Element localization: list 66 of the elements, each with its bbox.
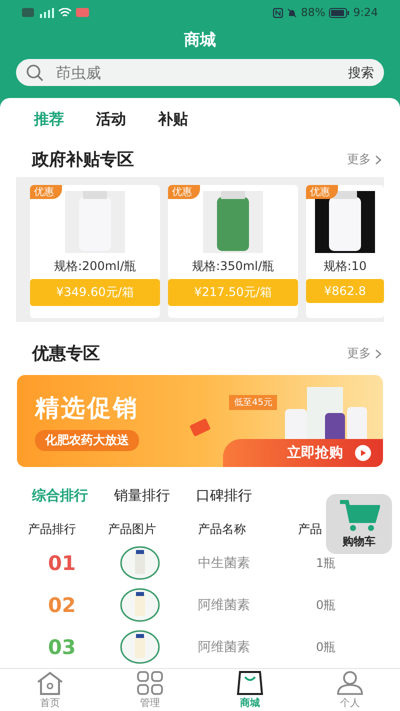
product-card[interactable]: 优惠 规格:10 ¥862.8	[306, 185, 384, 318]
price-bar: ¥217.50元/箱	[168, 279, 298, 306]
grid-icon	[136, 670, 164, 694]
section-title: 优惠专区	[32, 343, 100, 365]
cart-button[interactable]: 购物车	[326, 494, 392, 554]
rank-number: 02	[47, 593, 77, 617]
battery-icon	[329, 8, 350, 18]
wifi-icon	[58, 8, 72, 18]
product-photo-placeholder	[65, 191, 125, 253]
banner-subline: 化肥农药大放送	[35, 430, 139, 450]
search-icon	[26, 64, 44, 82]
search-field[interactable]: 茚虫威 搜索	[16, 59, 384, 86]
tab[interactable]: 补贴	[158, 110, 188, 128]
product-thumbnail	[120, 588, 160, 622]
tab[interactable]: 活动	[96, 110, 126, 128]
nav-tab[interactable]: 管理	[100, 669, 200, 711]
product-name: 阿维菌素	[198, 597, 251, 614]
sales-count: 1瓶	[315, 554, 337, 572]
chevron-icon	[375, 348, 382, 358]
sales-count: 0瓶	[315, 638, 337, 656]
home-icon	[36, 670, 64, 694]
sales-count: 0瓶	[315, 596, 337, 614]
product-spec: 规格:200ml/瓶	[54, 258, 136, 275]
product-spec: 规格:10	[323, 258, 367, 275]
play-icon	[355, 445, 371, 461]
page-title: 商城	[183, 30, 217, 51]
price-bar: ¥862.8	[306, 279, 384, 303]
rank-number: 01	[47, 551, 77, 575]
price-tag: 低至45元	[229, 395, 278, 410]
person-icon	[336, 670, 364, 694]
product-card[interactable]: 优惠 规格:200ml/瓶 ¥349.60元/箱	[30, 185, 160, 318]
column-header: 产品名称	[198, 521, 247, 538]
buy-now-button[interactable]: 立即抢购	[223, 439, 383, 467]
more-link[interactable]: 更多	[347, 151, 382, 168]
product-photo-placeholder	[203, 191, 263, 253]
mute-bell-icon	[286, 8, 297, 18]
ranking-tab[interactable]: 口碑排行	[196, 487, 252, 505]
rank-number: 03	[47, 635, 77, 659]
discount-badge: 优惠	[306, 185, 338, 199]
column-header: 产品	[298, 521, 323, 538]
product-spec: 规格:350ml/瓶	[192, 258, 274, 275]
battery-percent: 88%	[300, 6, 326, 19]
discount-badge: 优惠	[168, 185, 200, 199]
price-bar: ¥349.60元/箱	[30, 279, 160, 306]
search-button[interactable]: 搜索	[348, 64, 374, 82]
more-link[interactable]: 更多	[347, 345, 382, 362]
product-card[interactable]: 优惠 规格:350ml/瓶 ¥217.50元/箱	[168, 185, 298, 318]
cart-icon	[338, 499, 380, 533]
column-header: 产品图片	[108, 521, 157, 538]
nav-tab[interactable]: 个人	[300, 669, 400, 711]
product-thumbnail	[120, 546, 160, 580]
signal-icon	[38, 8, 54, 18]
product-name: 中生菌素	[198, 555, 251, 572]
promo-banner[interactable]: 精选促销 化肥农药大放送 低至45元 立即抢购	[17, 375, 383, 467]
section-title: 政府补贴专区	[32, 149, 134, 171]
clock: 9:24	[353, 6, 378, 19]
product-name: 阿维菌素	[198, 639, 251, 656]
banner-headline: 精选促销	[35, 392, 139, 424]
shopping-bag-icon	[236, 670, 264, 694]
discount-badge: 优惠	[30, 185, 62, 199]
chevron-icon	[375, 154, 382, 164]
nav-tab[interactable]: 首页	[0, 669, 100, 711]
ranking-tab[interactable]: 销量排行	[114, 487, 170, 505]
product-thumbnail	[120, 630, 160, 664]
column-header: 产品排行	[28, 521, 77, 538]
nfc-icon	[272, 8, 283, 18]
